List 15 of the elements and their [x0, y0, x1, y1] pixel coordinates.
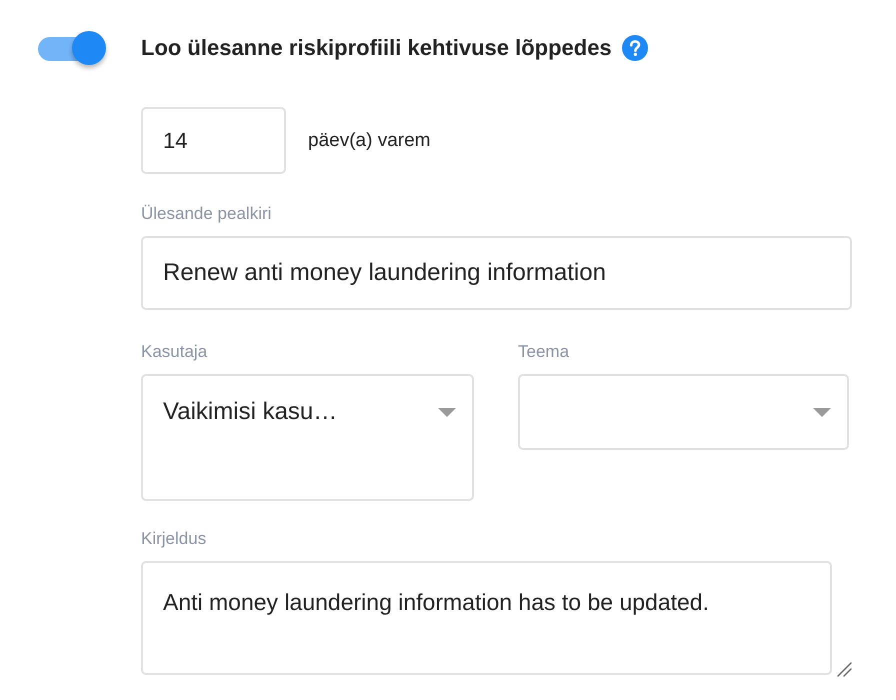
task-title-input[interactable]: Renew anti money laundering information: [141, 236, 852, 310]
user-select[interactable]: Vaikimisi kasu…: [141, 374, 474, 501]
resize-grip-icon[interactable]: [837, 662, 852, 677]
section-title: Loo ülesanne riskiprofiili kehtivuse lõppedes: [141, 34, 612, 62]
help-icon[interactable]: [622, 35, 648, 61]
description-textarea[interactable]: Anti money laundering information has to be updated.: [141, 561, 832, 675]
days-suffix: päev(a) varem: [308, 130, 430, 152]
field-label: Kasutaja: [141, 341, 208, 363]
field-label: Kirjeldus: [141, 528, 206, 550]
days-input[interactable]: 14: [141, 107, 286, 174]
field-label: Teema: [518, 341, 570, 363]
field-label: Ülesande pealkiri: [141, 203, 272, 225]
toggle-switch[interactable]: [38, 31, 106, 65]
caret-icon: [813, 408, 831, 416]
caret-icon: [438, 408, 456, 417]
